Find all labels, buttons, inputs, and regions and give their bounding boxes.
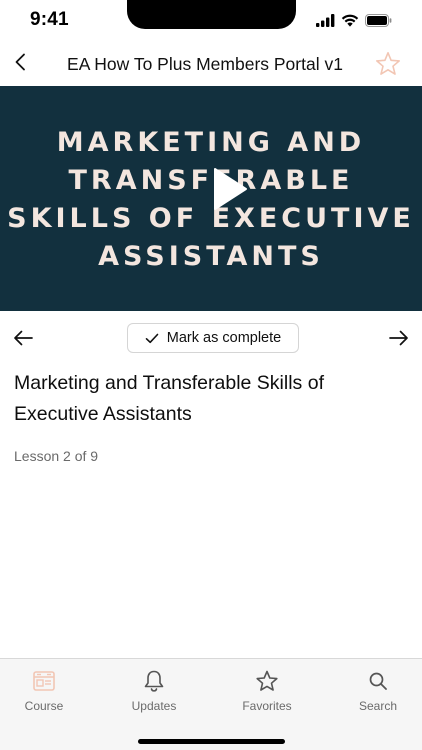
video-title-line: SKILLS OF EXECUTIVE (7, 203, 415, 234)
favorite-star-icon[interactable] (375, 51, 401, 77)
previous-lesson-arrow-icon[interactable] (12, 328, 34, 348)
next-lesson-arrow-icon[interactable] (388, 328, 410, 348)
lesson-navigation: Mark as complete (0, 322, 422, 354)
header-title: EA How To Plus Members Portal v1 (67, 54, 343, 74)
wifi-icon (341, 14, 359, 27)
status-bar: 9:41 (0, 0, 422, 40)
mark-as-complete-button[interactable]: Mark as complete (127, 323, 299, 353)
tab-updates[interactable]: Updates (109, 669, 199, 719)
tab-favorites[interactable]: Favorites (222, 669, 312, 719)
tab-label: Favorites (242, 699, 292, 713)
bell-icon (144, 670, 164, 692)
video-title-line: TRANSFERABLE (68, 165, 354, 196)
checkmark-icon (145, 333, 159, 343)
search-icon (369, 672, 387, 690)
tab-label: Search (358, 699, 398, 713)
star-icon (256, 670, 278, 691)
battery-icon (365, 13, 392, 27)
video-title-line: ASSISTANTS (98, 241, 324, 272)
lesson-title: Marketing and Transferable Skills of Exe… (14, 372, 324, 425)
status-time: 9:41 (30, 9, 69, 30)
course-icon (33, 671, 55, 691)
mark-as-complete-label: Mark as complete (166, 330, 282, 346)
lesson-video[interactable]: MARKETING AND TRANSFERABLE SKILLS OF EXE… (0, 86, 422, 311)
navigation-header: EA How To Plus Members Portal v1 (0, 40, 422, 86)
video-title-text: MARKETING AND TRANSFERABLE SKILLS OF EXE… (0, 124, 422, 276)
lesson-progress: Lesson 2 of 9 (14, 448, 99, 464)
status-icons (316, 12, 392, 28)
chevron-left-icon (15, 53, 25, 71)
tab-label: Updates (131, 699, 177, 713)
bottom-tab-bar: Course Updates Favorites Search (0, 658, 422, 750)
home-indicator (138, 739, 285, 744)
play-icon[interactable] (212, 167, 248, 211)
tab-label: Course (24, 699, 64, 713)
tab-search[interactable]: Search (333, 669, 422, 719)
video-title-line: MARKETING AND (56, 127, 366, 158)
device-notch (127, 0, 296, 29)
tab-course[interactable]: Course (0, 669, 89, 719)
cellular-signal-icon (316, 13, 335, 27)
back-button[interactable] (6, 48, 34, 76)
